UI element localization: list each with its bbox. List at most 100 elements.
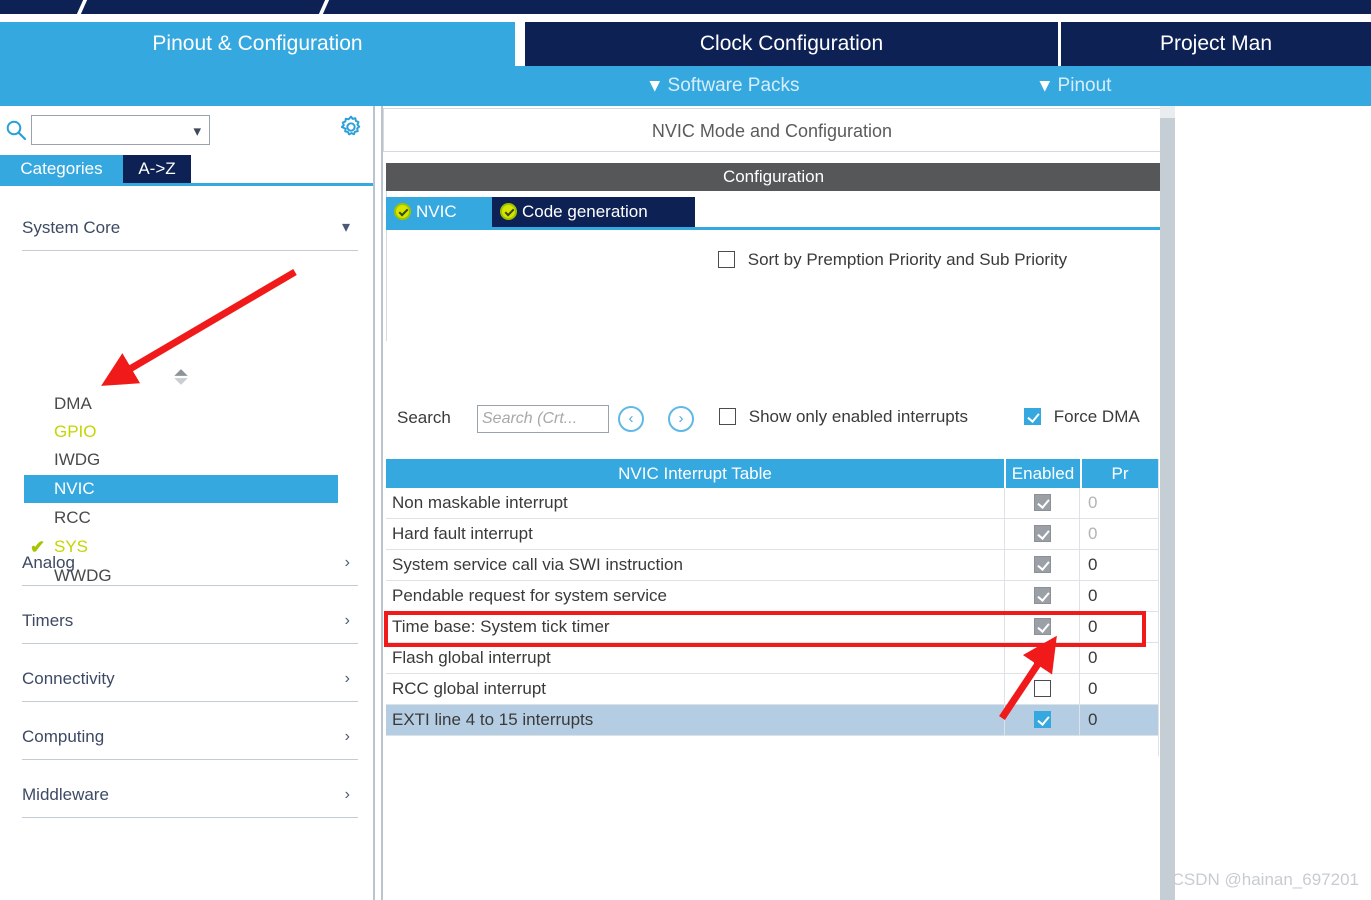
table-row[interactable]: Flash global interrupt 0 <box>386 643 1158 674</box>
panel-splitter-track <box>375 106 381 900</box>
scroll-spinner-icon[interactable] <box>172 368 190 386</box>
table-row-priority[interactable]: 0 <box>1080 488 1158 518</box>
table-column-interrupt[interactable]: NVIC Interrupt Table <box>386 459 1004 488</box>
sub-menu-bar: ▾ Software Packs ▾ Pinout <box>0 66 1371 106</box>
table-row-name: RCC global interrupt <box>392 679 547 698</box>
exti-row-highlight-box <box>384 611 1146 647</box>
table-row-enabled-cell[interactable] <box>1004 488 1080 518</box>
table-row[interactable]: Hard fault interrupt 0 <box>386 519 1158 550</box>
sidebar-group-connectivity-label: Connectivity <box>22 669 115 688</box>
checkbox-show-only-enabled[interactable]: Show only enabled interrupts <box>719 407 968 427</box>
sidebar-search-input[interactable]: ▾ <box>31 115 210 145</box>
config-tab-code-generation[interactable]: Code generation <box>492 197 695 227</box>
sidebar-tab-underline <box>0 183 373 186</box>
chevron-right-icon: › <box>344 670 350 687</box>
checkbox-force-dma-box[interactable] <box>1024 408 1041 425</box>
sidebar-item-iwdg-label: IWDG <box>54 450 101 469</box>
table-row-priority[interactable]: 0 <box>1080 643 1158 673</box>
table-row-enabled-cell[interactable] <box>1004 550 1080 580</box>
table-column-priority[interactable]: Pr <box>1080 459 1158 488</box>
sidebar-tab-categories[interactable]: Categories <box>0 155 123 183</box>
chevron-right-circle-icon[interactable]: › <box>668 406 694 432</box>
sidebar-item-iwdg[interactable]: IWDG <box>24 446 338 474</box>
chevron-right-icon: › <box>344 554 350 571</box>
table-row[interactable]: System service call via SWI instruction … <box>386 550 1158 581</box>
config-tab-nvic[interactable]: NVIC <box>386 197 492 227</box>
checkbox-enabled[interactable] <box>1034 587 1051 604</box>
menu-pinout-label: Pinout <box>1057 75 1112 96</box>
table-row-enabled-cell[interactable] <box>1004 581 1080 611</box>
chevron-left-circle-icon[interactable]: ‹ <box>618 406 644 432</box>
checkbox-force-dma[interactable]: Force DMA <box>1024 407 1140 427</box>
panel-vertical-scrollbar[interactable] <box>1160 106 1175 900</box>
chevron-down-icon[interactable]: ▾ <box>193 122 201 140</box>
config-tab-underline <box>386 227 1161 230</box>
table-row-name: Pendable request for system service <box>392 586 667 605</box>
sidebar-group-middleware[interactable]: Middleware › <box>22 773 358 818</box>
table-row-name: Flash global interrupt <box>392 648 551 667</box>
panel-splitter[interactable] <box>373 106 383 900</box>
sidebar-item-dma-label: DMA <box>54 394 92 413</box>
nvic-interrupt-table: NVIC Interrupt Table Enabled Pr Non mask… <box>386 459 1158 736</box>
decorative-slash-icon <box>74 0 90 14</box>
sidebar-item-gpio[interactable]: GPIO <box>24 418 338 446</box>
menu-software-packs[interactable]: ▾ Software Packs <box>650 66 800 106</box>
sidebar-group-system-core[interactable]: System Core ▾ <box>22 206 358 251</box>
checkbox-enabled[interactable] <box>1034 556 1051 573</box>
sidebar-item-nvic[interactable]: NVIC <box>24 475 338 503</box>
sidebar-group-computing[interactable]: Computing › <box>22 715 358 760</box>
sidebar-view-tabs: Categories A->Z <box>0 155 373 183</box>
checkbox-sort-by-priority-label: Sort by Premption Priority and Sub Prior… <box>747 250 1068 269</box>
table-row[interactable]: EXTI line 4 to 15 interrupts 0 <box>386 705 1158 736</box>
table-row-enabled-cell[interactable] <box>1004 643 1080 673</box>
sidebar-tab-a-to-z[interactable]: A->Z <box>123 155 191 183</box>
watermark: CSDN @hainan_697201 <box>1171 870 1359 889</box>
checkbox-enabled[interactable] <box>1034 525 1051 542</box>
checkbox-show-only-enabled-label: Show only enabled interrupts <box>748 407 968 426</box>
chevron-down-icon: ▾ <box>650 75 660 96</box>
table-column-enabled[interactable]: Enabled <box>1004 459 1080 488</box>
configuration-panel: NVIC Mode and Configuration Configuratio… <box>383 106 1371 900</box>
sidebar-search-row: ▾ <box>0 106 373 154</box>
configuration-section-header: Configuration <box>386 163 1161 191</box>
table-row-name: System service call via SWI instruction <box>392 555 683 574</box>
tab-clock-configuration[interactable]: Clock Configuration <box>525 22 1058 66</box>
checkbox-enabled[interactable] <box>1034 711 1051 728</box>
table-row-enabled-cell[interactable] <box>1004 674 1080 704</box>
tab-pinout-configuration[interactable]: Pinout & Configuration <box>0 22 515 66</box>
tab-project-manager[interactable]: Project Man <box>1061 22 1371 66</box>
status-ok-icon <box>394 203 411 220</box>
table-header-row: NVIC Interrupt Table Enabled Pr <box>386 459 1158 488</box>
table-row[interactable]: Non maskable interrupt 0 <box>386 488 1158 519</box>
checkbox-sort-by-priority-box[interactable] <box>718 251 735 268</box>
config-tab-nvic-label: NVIC <box>416 202 457 221</box>
table-row-priority[interactable]: 0 <box>1080 674 1158 704</box>
table-row[interactable]: RCC global interrupt 0 <box>386 674 1158 705</box>
table-row-name: Hard fault interrupt <box>392 524 533 543</box>
panel-search-label: Search <box>397 408 451 427</box>
checkbox-enabled[interactable] <box>1034 494 1051 511</box>
sidebar-item-dma[interactable]: DMA <box>24 390 338 418</box>
sidebar-group-timers[interactable]: Timers › <box>22 599 358 644</box>
panel-search-input[interactable]: Search (Crt... <box>477 405 609 433</box>
table-row-enabled-cell[interactable] <box>1004 705 1080 735</box>
gear-icon[interactable] <box>338 114 364 140</box>
checkbox-enabled[interactable] <box>1034 680 1051 697</box>
checkbox-enabled[interactable] <box>1034 649 1051 666</box>
table-row-priority[interactable]: 0 <box>1080 705 1158 735</box>
checkbox-sort-by-priority[interactable]: Sort by Premption Priority and Sub Prior… <box>718 250 1067 270</box>
table-row-enabled-cell[interactable] <box>1004 519 1080 549</box>
sidebar-item-rcc[interactable]: RCC <box>24 504 338 532</box>
menu-pinout[interactable]: ▾ Pinout <box>1040 66 1111 106</box>
left-sidebar: ▾ Categories A->Z System Core ▾ DMA GPIO… <box>0 106 373 900</box>
table-row[interactable]: Pendable request for system service 0 <box>386 581 1158 612</box>
sidebar-item-rcc-label: RCC <box>54 508 91 527</box>
table-row-priority[interactable]: 0 <box>1080 519 1158 549</box>
table-right-border <box>1158 459 1159 756</box>
sidebar-group-analog[interactable]: Analog › <box>22 541 358 586</box>
chevron-left-glyph: ‹ <box>628 410 634 427</box>
checkbox-show-only-enabled-box[interactable] <box>719 408 736 425</box>
sidebar-group-connectivity[interactable]: Connectivity › <box>22 657 358 702</box>
table-row-priority[interactable]: 0 <box>1080 581 1158 611</box>
table-row-priority[interactable]: 0 <box>1080 550 1158 580</box>
